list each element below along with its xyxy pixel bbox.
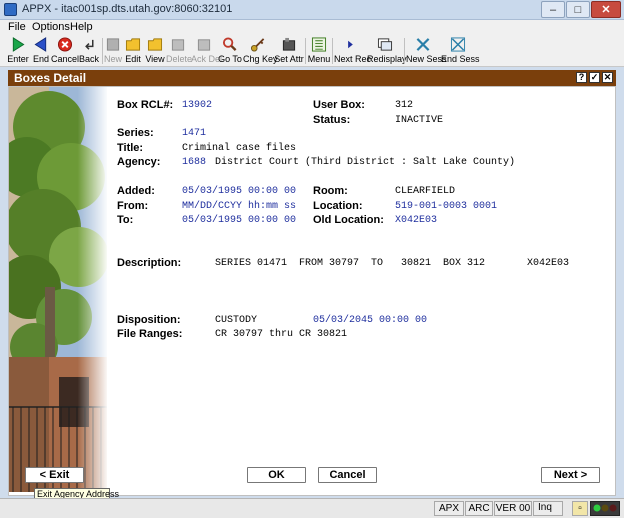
disposition-date-value[interactable]: 05/03/2045 00:00 00 [313, 315, 427, 326]
cancel-button[interactable]: Cancel [318, 467, 377, 483]
status-ver: VER 00 [494, 501, 532, 516]
menubar: File Options Help [0, 20, 624, 35]
view-button[interactable]: View [144, 36, 166, 66]
from-label: From: [117, 200, 149, 212]
disposition-label: Disposition: [117, 314, 181, 326]
folder-view-icon [147, 38, 163, 51]
menu-list-icon [311, 37, 327, 52]
toolbar: Enter End Cancel Back New Edit View Dele… [0, 35, 624, 67]
ack-delete-icon [197, 39, 211, 51]
agency-code-value[interactable]: 1688 [182, 157, 206, 168]
end-sess-button[interactable]: End Sess [441, 36, 480, 66]
ok-button[interactable]: OK [247, 467, 306, 483]
close-panel-button[interactable]: ✕ [602, 72, 613, 83]
redisplay-button[interactable]: Redisplay [367, 36, 407, 66]
courthouse-tree-photo [9, 87, 107, 492]
magnifier-icon [222, 37, 237, 51]
detail-panel: Box RCL#: 13902 User Box: 312 Status: IN… [8, 86, 616, 496]
old-location-label: Old Location: [313, 214, 384, 226]
window-title: APPX - itac001sp.dts.utah.gov:8060:32101 [22, 3, 233, 15]
delete-icon [171, 39, 185, 51]
minimize-button[interactable]: – [541, 1, 565, 18]
agency-label: Agency: [117, 156, 161, 168]
title-label: Title: [117, 142, 144, 154]
old-location-value[interactable]: X042E03 [395, 215, 437, 226]
redisplay-icon [377, 38, 393, 51]
title-value: Criminal case files [182, 143, 297, 154]
page-title: Boxes Detail [14, 71, 87, 85]
window-titlebar: APPX - itac001sp.dts.utah.gov:8060:32101… [0, 0, 624, 20]
to-label: To: [117, 214, 134, 226]
maximize-button[interactable]: □ [566, 1, 590, 18]
app-icon [4, 3, 17, 16]
menu-file[interactable]: File [8, 21, 26, 33]
description-value: SERIES 01471 FROM 30797 TO 30821 BOX 312… [215, 258, 570, 269]
next-button[interactable]: Next > [541, 467, 600, 483]
user-box-value[interactable]: 312 [395, 100, 413, 111]
back-arrow-icon [34, 37, 47, 52]
ack-del-button[interactable]: Ack Del [191, 36, 222, 66]
room-label: Room: [313, 185, 348, 197]
room-value: CLEARFIELD [395, 186, 456, 197]
new-record-icon [106, 38, 120, 51]
next-rec-button[interactable]: Next Rec [334, 36, 371, 66]
lock-icon: ▫ [572, 501, 588, 516]
enter-button[interactable]: Enter [5, 36, 31, 66]
status-value: INACTIVE [395, 115, 444, 126]
back-button[interactable]: Back [78, 36, 100, 66]
location-value[interactable]: 519-001-0003 0001 [395, 201, 497, 212]
goto-button[interactable]: Go To [218, 36, 242, 66]
new-session-icon [416, 38, 430, 51]
added-value[interactable]: 05/03/1995 00:00 00 [182, 186, 296, 197]
cancel-icon [57, 37, 73, 52]
agency-name-value: District Court (Third District : Salt La… [215, 157, 516, 168]
status-arc: ARC [465, 501, 493, 516]
location-label: Location: [313, 200, 363, 212]
next-arrow-icon [348, 40, 353, 49]
traffic-light-icon [590, 501, 620, 516]
description-label: Description: [117, 257, 182, 269]
back-hand-icon [85, 39, 94, 50]
accept-button[interactable]: ✓ [589, 72, 600, 83]
menu-button[interactable]: Menu [307, 36, 331, 66]
toolbar-separator [305, 38, 306, 64]
chg-key-button[interactable]: Chg Key [243, 36, 278, 66]
file-ranges-value: CR 30797 thru CR 30821 [215, 329, 348, 340]
boxes-detail-header: Boxes Detail ? ✓ ✕ [8, 70, 616, 86]
cancel-button-toolbar[interactable]: Cancel [51, 36, 79, 66]
menu-options[interactable]: Options [32, 21, 70, 33]
edit-button[interactable]: Edit [123, 36, 143, 66]
toolbar-separator [332, 38, 333, 64]
user-box-label: User Box: [313, 99, 365, 111]
key-icon [250, 38, 265, 52]
series-value[interactable]: 1471 [182, 128, 206, 139]
from-input[interactable]: MM/DD/CCYY hh:mm ss [182, 201, 296, 212]
to-input[interactable]: 05/03/1995 00:00 00 [182, 215, 296, 226]
close-window-button[interactable]: ✕ [591, 1, 621, 18]
disposition-value: CUSTODY [215, 315, 258, 326]
added-label: Added: [117, 185, 155, 197]
box-rcl-label: Box RCL#: [117, 99, 174, 111]
status-inq: Inq [538, 502, 552, 513]
help-button[interactable]: ? [576, 72, 587, 83]
folder-edit-icon [125, 38, 141, 51]
status-label: Status: [313, 114, 351, 126]
exit-button[interactable]: < Exit [25, 467, 84, 483]
set-attr-button[interactable]: Set Attr [274, 36, 304, 66]
attributes-icon [282, 37, 296, 51]
toolbar-separator [102, 38, 103, 64]
menu-help[interactable]: Help [70, 21, 93, 33]
status-apx: APX [434, 501, 464, 516]
delete-button[interactable]: Delete [166, 36, 192, 66]
end-button[interactable]: End [30, 36, 52, 66]
toolbar-separator [404, 38, 405, 64]
statusbar: APX ARC VER 00 Inq ▫ [0, 498, 624, 518]
file-ranges-label: File Ranges: [117, 328, 183, 340]
play-icon [12, 37, 25, 52]
box-rcl-value[interactable]: 13902 [182, 100, 212, 111]
end-session-icon [450, 37, 466, 52]
new-button[interactable]: New [104, 36, 122, 66]
new-sess-button[interactable]: New Sess [406, 36, 447, 66]
series-label: Series: [117, 127, 154, 139]
